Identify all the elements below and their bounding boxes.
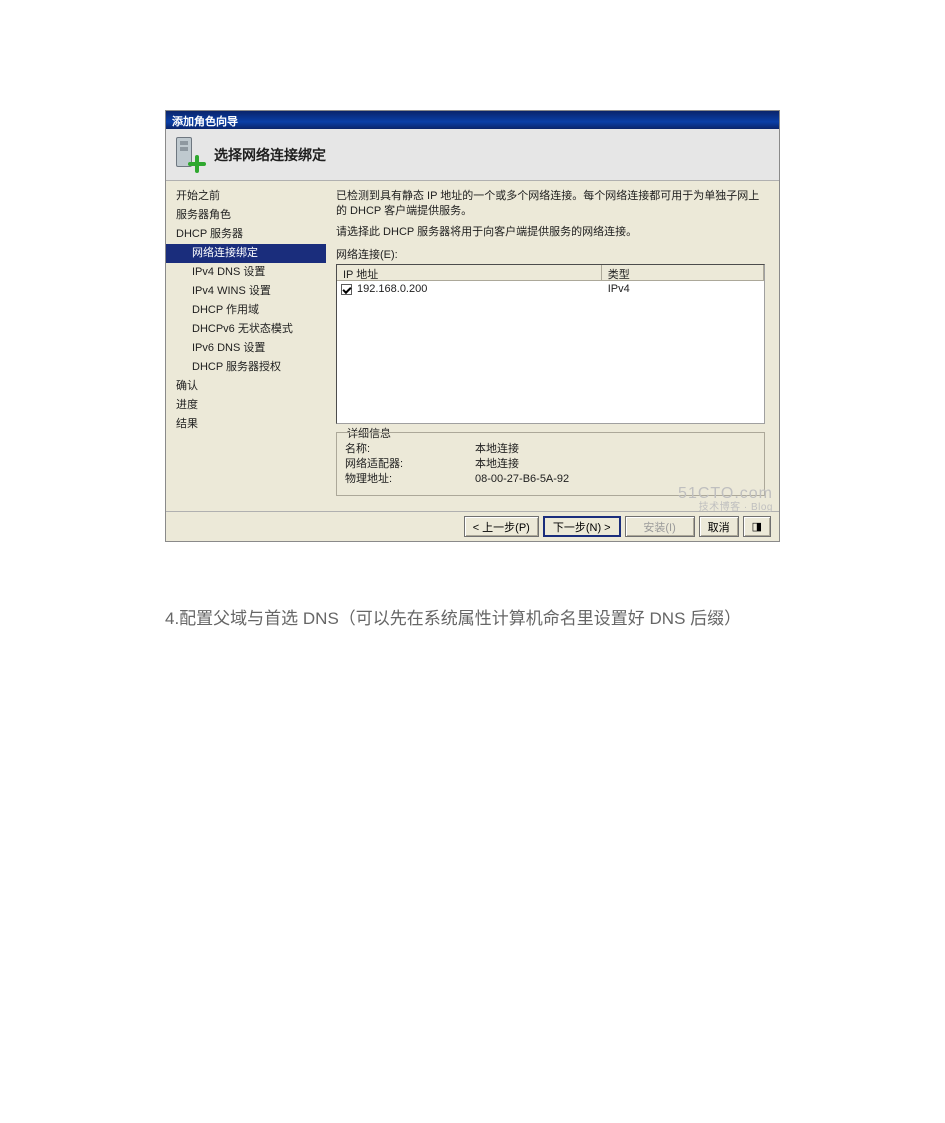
sidebar-item-ipv6-dns[interactable]: IPv6 DNS 设置: [166, 339, 326, 358]
wizard-body: 开始之前 服务器角色 DHCP 服务器 网络连接绑定 IPv4 DNS 设置 I…: [166, 181, 779, 511]
caption-text: 4.配置父域与首选 DNS（可以先在系统属性计算机命名里设置好 DNS 后缀）: [165, 604, 780, 629]
sidebar-item-ipv4-dns[interactable]: IPv4 DNS 设置: [166, 263, 326, 282]
detail-mac-label: 物理地址:: [345, 472, 475, 487]
list-header: IP 地址 类型: [337, 265, 764, 281]
sidebar-item-before-start[interactable]: 开始之前: [166, 187, 326, 206]
button-bar: < 上一步(P) 下一步(N) > 安装(I) 取消 ◨: [166, 511, 779, 541]
sidebar-item-dhcp-scope[interactable]: DHCP 作用域: [166, 301, 326, 320]
description-2: 请选择此 DHCP 服务器将用于向客户端提供服务的网络连接。: [336, 225, 765, 240]
sidebar-item-dhcp-authorize[interactable]: DHCP 服务器授权: [166, 358, 326, 377]
add-roles-wizard-window: 添加角色向导 选择网络连接绑定 开始之前 服务器角色 DHCP 服务器 网络连接…: [165, 110, 780, 542]
cancel-button[interactable]: 取消: [699, 516, 739, 537]
row-ip: 192.168.0.200: [355, 283, 602, 295]
description-1: 已检测到具有静态 IP 地址的一个或多个网络连接。每个网络连接都可用于为单独子网…: [336, 189, 765, 219]
prev-button[interactable]: < 上一步(P): [464, 516, 539, 537]
detail-name-label: 名称:: [345, 442, 475, 457]
sidebar-item-confirm[interactable]: 确认: [166, 377, 326, 396]
sidebar-item-dhcp-server[interactable]: DHCP 服务器: [166, 225, 326, 244]
next-button[interactable]: 下一步(N) >: [543, 516, 621, 537]
sidebar-item-dhcpv6-stateless[interactable]: DHCPv6 无状态模式: [166, 320, 326, 339]
detail-mac-value: 08-00-27-B6-5A-92: [475, 472, 569, 487]
sidebar-item-network-binding[interactable]: 网络连接绑定: [166, 244, 326, 263]
sidebar-item-result[interactable]: 结果: [166, 415, 326, 434]
column-type[interactable]: 类型: [602, 265, 764, 280]
list-row[interactable]: 192.168.0.200 IPv4: [337, 281, 764, 297]
row-checkbox-cell[interactable]: [337, 284, 355, 295]
checkbox-icon[interactable]: [341, 284, 352, 295]
sidebar-item-server-roles[interactable]: 服务器角色: [166, 206, 326, 225]
sidebar-item-ipv4-wins[interactable]: IPv4 WINS 设置: [166, 282, 326, 301]
detail-name-value: 本地连接: [475, 442, 519, 457]
network-connections-label: 网络连接(E):: [336, 246, 765, 262]
titlebar: 添加角色向导: [166, 111, 779, 129]
install-button: 安装(I): [625, 516, 695, 537]
detail-adapter-value: 本地连接: [475, 457, 519, 472]
column-ip-address[interactable]: IP 地址: [337, 265, 602, 280]
network-connections-list[interactable]: IP 地址 类型 192.168.0.200 IPv4: [336, 264, 765, 424]
help-button[interactable]: ◨: [743, 516, 771, 537]
page-title: 选择网络连接绑定: [214, 145, 326, 165]
header-band: 选择网络连接绑定: [166, 129, 779, 181]
row-type: IPv4: [602, 283, 764, 295]
sidebar: 开始之前 服务器角色 DHCP 服务器 网络连接绑定 IPv4 DNS 设置 I…: [166, 181, 326, 511]
sidebar-item-progress[interactable]: 进度: [166, 396, 326, 415]
wizard-content: 已检测到具有静态 IP 地址的一个或多个网络连接。每个网络连接都可用于为单独子网…: [326, 181, 779, 511]
detail-adapter-label: 网络适配器:: [345, 457, 475, 472]
window-title: 添加角色向导: [172, 116, 238, 128]
details-group: 名称: 本地连接 网络适配器: 本地连接 物理地址: 08-00-27-B6-5…: [336, 432, 765, 496]
server-plus-icon: [172, 135, 206, 175]
